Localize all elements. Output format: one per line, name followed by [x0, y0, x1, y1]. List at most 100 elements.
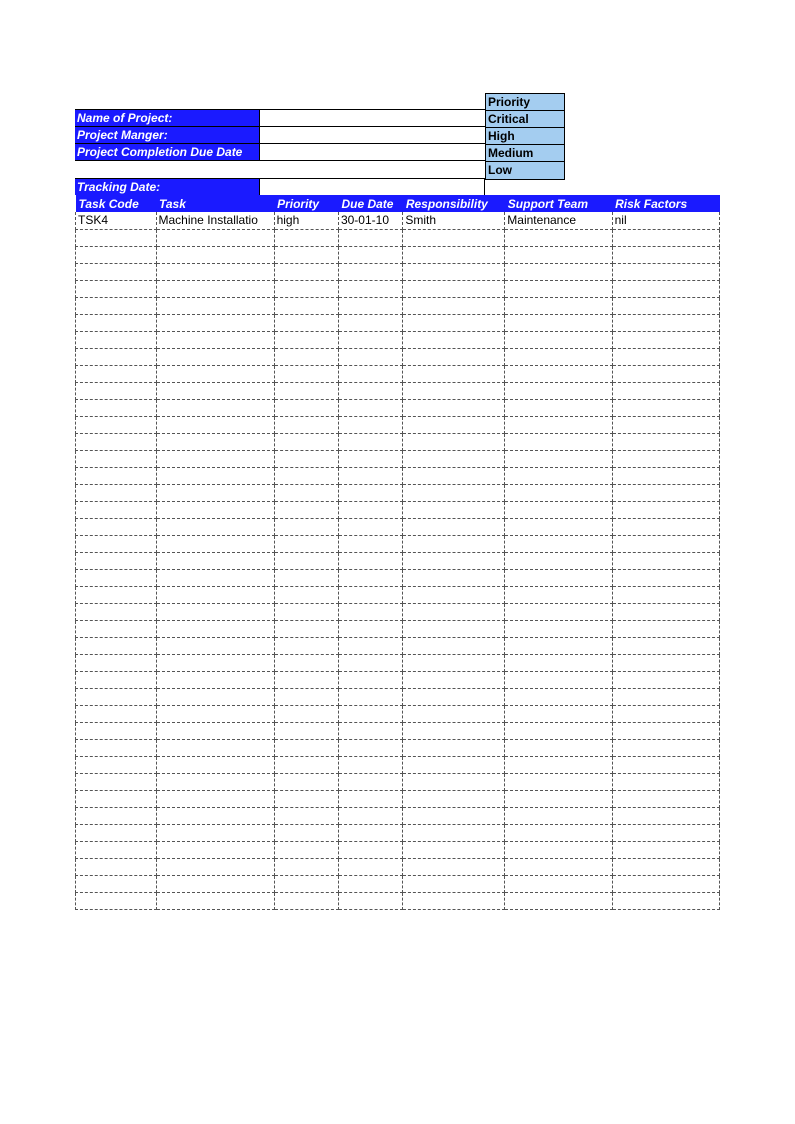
empty-cell[interactable]: [338, 586, 402, 603]
empty-cell[interactable]: [76, 807, 157, 824]
empty-cell[interactable]: [403, 858, 505, 875]
empty-cell[interactable]: [612, 569, 719, 586]
empty-cell[interactable]: [156, 739, 274, 756]
empty-cell[interactable]: [156, 569, 274, 586]
empty-cell[interactable]: [76, 756, 157, 773]
empty-cell[interactable]: [612, 535, 719, 552]
empty-cell[interactable]: [505, 824, 612, 841]
empty-cell[interactable]: [612, 841, 719, 858]
empty-cell[interactable]: [612, 654, 719, 671]
empty-cell[interactable]: [156, 314, 274, 331]
empty-cell[interactable]: [76, 348, 157, 365]
empty-cell[interactable]: [274, 229, 338, 246]
empty-cell[interactable]: [76, 484, 157, 501]
empty-cell[interactable]: [76, 841, 157, 858]
empty-cell[interactable]: [76, 892, 157, 909]
empty-cell[interactable]: [156, 773, 274, 790]
empty-cell[interactable]: [403, 841, 505, 858]
cell-task[interactable]: Machine Installatio: [156, 212, 274, 229]
empty-cell[interactable]: [156, 858, 274, 875]
header-responsibility[interactable]: Responsibility: [403, 195, 505, 212]
empty-cell[interactable]: [274, 688, 338, 705]
empty-cell[interactable]: [403, 688, 505, 705]
empty-cell[interactable]: [403, 246, 505, 263]
empty-cell[interactable]: [505, 807, 612, 824]
empty-cell[interactable]: [274, 416, 338, 433]
empty-cell[interactable]: [156, 722, 274, 739]
empty-cell[interactable]: [612, 858, 719, 875]
empty-cell[interactable]: [76, 314, 157, 331]
empty-cell[interactable]: [274, 892, 338, 909]
empty-cell[interactable]: [274, 671, 338, 688]
empty-cell[interactable]: [612, 263, 719, 280]
empty-cell[interactable]: [338, 416, 402, 433]
empty-cell[interactable]: [338, 620, 402, 637]
empty-cell[interactable]: [76, 467, 157, 484]
empty-cell[interactable]: [274, 552, 338, 569]
empty-cell[interactable]: [76, 331, 157, 348]
empty-cell[interactable]: [505, 586, 612, 603]
empty-cell[interactable]: [156, 620, 274, 637]
header-risk-factors[interactable]: Risk Factors: [612, 195, 719, 212]
empty-cell[interactable]: [274, 365, 338, 382]
empty-cell[interactable]: [612, 501, 719, 518]
empty-cell[interactable]: [76, 433, 157, 450]
empty-cell[interactable]: [403, 399, 505, 416]
empty-cell[interactable]: [274, 586, 338, 603]
empty-cell[interactable]: [612, 450, 719, 467]
empty-cell[interactable]: [338, 807, 402, 824]
empty-cell[interactable]: [612, 722, 719, 739]
empty-cell[interactable]: [612, 637, 719, 654]
header-support-team[interactable]: Support Team: [505, 195, 612, 212]
empty-cell[interactable]: [612, 382, 719, 399]
empty-cell[interactable]: [338, 382, 402, 399]
empty-cell[interactable]: [274, 858, 338, 875]
empty-cell[interactable]: [156, 756, 274, 773]
empty-cell[interactable]: [612, 824, 719, 841]
empty-cell[interactable]: [505, 382, 612, 399]
empty-cell[interactable]: [612, 467, 719, 484]
empty-cell[interactable]: [274, 348, 338, 365]
empty-cell[interactable]: [612, 739, 719, 756]
empty-cell[interactable]: [612, 875, 719, 892]
empty-cell[interactable]: [156, 552, 274, 569]
empty-cell[interactable]: [403, 671, 505, 688]
empty-cell[interactable]: [338, 569, 402, 586]
empty-cell[interactable]: [156, 807, 274, 824]
empty-cell[interactable]: [76, 654, 157, 671]
empty-cell[interactable]: [274, 314, 338, 331]
empty-cell[interactable]: [505, 790, 612, 807]
empty-cell[interactable]: [76, 535, 157, 552]
empty-cell[interactable]: [338, 824, 402, 841]
empty-cell[interactable]: [274, 807, 338, 824]
empty-cell[interactable]: [403, 569, 505, 586]
empty-cell[interactable]: [612, 280, 719, 297]
empty-cell[interactable]: [338, 450, 402, 467]
empty-cell[interactable]: [505, 603, 612, 620]
empty-cell[interactable]: [612, 705, 719, 722]
empty-cell[interactable]: [403, 450, 505, 467]
empty-cell[interactable]: [156, 790, 274, 807]
empty-cell[interactable]: [274, 603, 338, 620]
empty-cell[interactable]: [403, 722, 505, 739]
empty-cell[interactable]: [156, 705, 274, 722]
empty-cell[interactable]: [505, 841, 612, 858]
empty-cell[interactable]: [76, 620, 157, 637]
empty-cell[interactable]: [505, 399, 612, 416]
empty-cell[interactable]: [505, 433, 612, 450]
empty-cell[interactable]: [505, 365, 612, 382]
empty-cell[interactable]: [338, 654, 402, 671]
empty-cell[interactable]: [274, 484, 338, 501]
tracking-date-value[interactable]: [260, 179, 485, 195]
empty-cell[interactable]: [612, 756, 719, 773]
empty-cell[interactable]: [338, 552, 402, 569]
empty-cell[interactable]: [338, 875, 402, 892]
empty-cell[interactable]: [156, 688, 274, 705]
empty-cell[interactable]: [156, 841, 274, 858]
empty-cell[interactable]: [338, 535, 402, 552]
empty-cell[interactable]: [338, 399, 402, 416]
empty-cell[interactable]: [338, 331, 402, 348]
empty-cell[interactable]: [505, 858, 612, 875]
empty-cell[interactable]: [612, 552, 719, 569]
empty-cell[interactable]: [156, 824, 274, 841]
